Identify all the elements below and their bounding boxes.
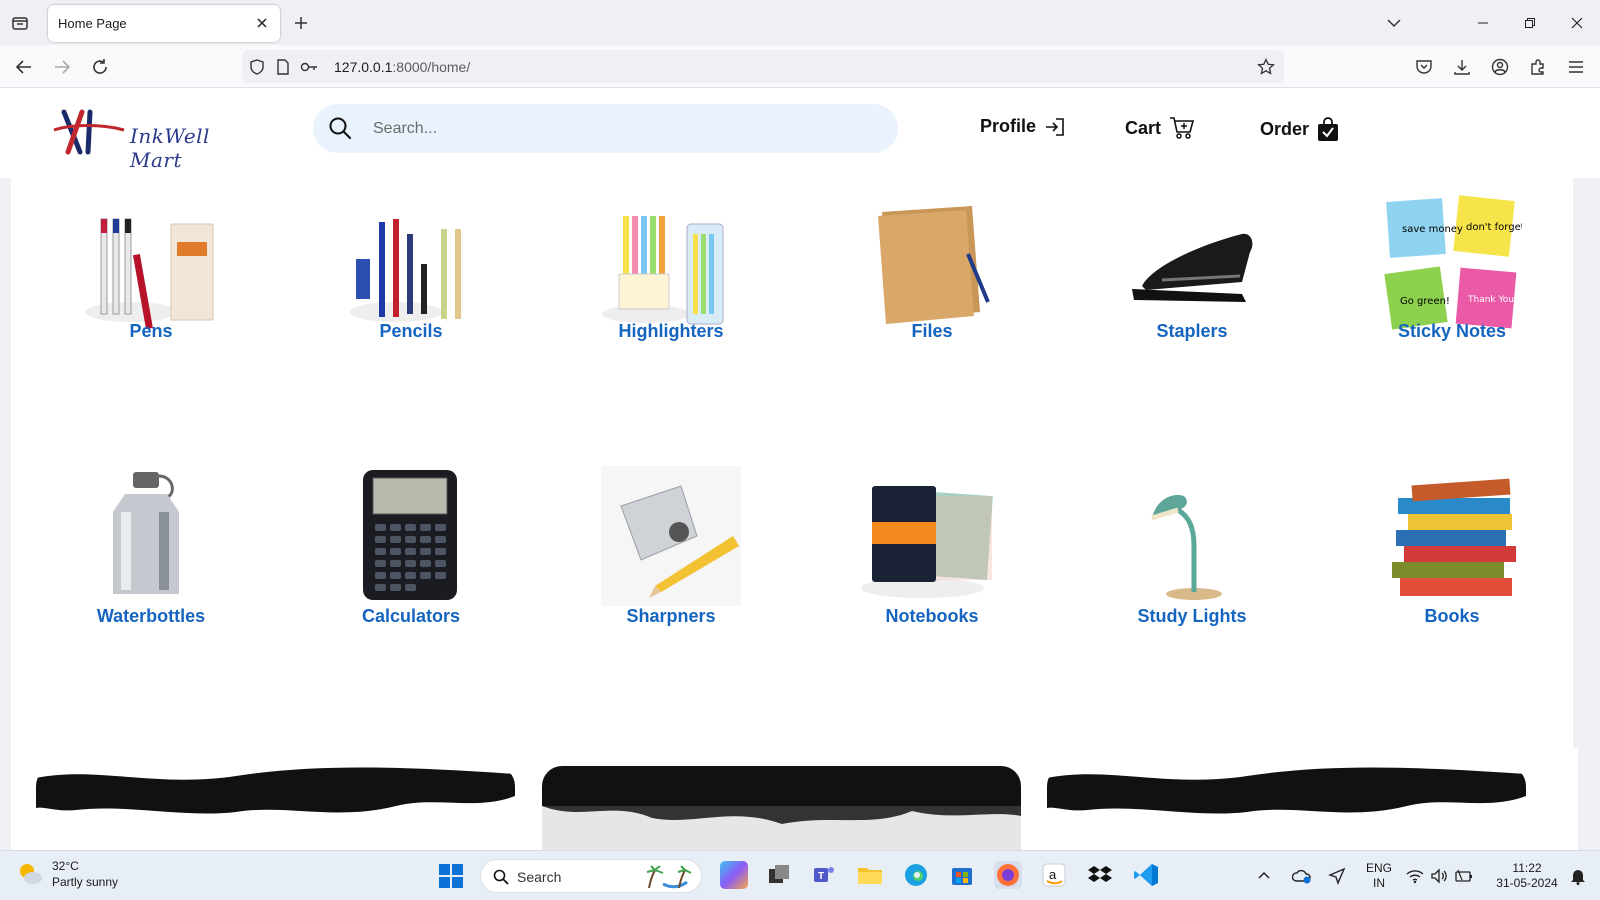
category-label[interactable]: Calculators [291, 606, 531, 627]
volume-icon[interactable] [1430, 868, 1448, 884]
battery-icon[interactable] [1454, 868, 1474, 884]
url-text: 127.0.0.1:8000/home/ [334, 59, 471, 75]
account-icon[interactable] [1486, 53, 1514, 81]
browser-tab-bar: Home Page [0, 0, 1600, 45]
category-grid: Pens Pencils Highlighters Files Staplers save… [11, 178, 1573, 826]
shield-icon[interactable] [248, 58, 266, 76]
taskbar-search-label: Search [517, 869, 562, 885]
category-label[interactable]: Books [1332, 606, 1572, 627]
category-item[interactable]: Calculators [291, 178, 531, 626]
order-label: Order [1260, 118, 1310, 139]
browser-nav-bar: 127.0.0.1:8000/home/ [0, 45, 1600, 88]
new-tab-icon[interactable] [290, 12, 312, 34]
amazon-icon[interactable]: a [1040, 861, 1068, 889]
weather-desc: Partly sunny [52, 875, 119, 889]
login-icon [1046, 117, 1064, 136]
category-item[interactable]: Notebooks [812, 178, 1052, 626]
tab-title: Home Page [58, 16, 127, 31]
download-icon[interactable] [1448, 53, 1476, 81]
banner-card-2[interactable] [542, 766, 1021, 850]
sharpners-image[interactable] [601, 466, 741, 606]
key-icon[interactable] [300, 58, 318, 76]
onedrive-icon[interactable] [1292, 867, 1312, 885]
partly-sunny-icon [20, 864, 42, 884]
waterbottles-image[interactable] [81, 466, 221, 606]
svg-text:a: a [1049, 867, 1057, 882]
firefox-icon[interactable] [994, 861, 1022, 889]
profile-link[interactable]: Profile [980, 116, 1066, 137]
calculators-image[interactable] [341, 466, 481, 606]
books-image[interactable] [1382, 466, 1522, 606]
back-arrow-icon[interactable] [10, 53, 38, 81]
chevron-down-icon[interactable] [1382, 12, 1406, 34]
study-lights-image[interactable] [1122, 466, 1262, 606]
browser-tab-active[interactable]: Home Page [48, 5, 280, 42]
tab-list-icon[interactable] [8, 11, 32, 35]
svg-text:T: T [818, 871, 824, 882]
web-page: Pens Pencils Highlighters Files Staplers save… [0, 88, 1600, 850]
wifi-icon[interactable] [1406, 868, 1424, 884]
banner-card-3[interactable] [1047, 766, 1526, 850]
clock[interactable]: 11:22 31-05-2024 [1492, 861, 1562, 891]
category-label[interactable]: Study Lights [1072, 606, 1312, 627]
cart-label: Cart [1125, 117, 1162, 138]
banner-card-1[interactable] [36, 766, 515, 850]
chevron-up-icon[interactable] [1256, 868, 1272, 884]
reload-icon[interactable] [86, 53, 114, 81]
vscode-icon[interactable] [1132, 861, 1160, 889]
shopping-bag-check-icon [1318, 117, 1339, 141]
notebooks-image[interactable] [860, 466, 1002, 606]
search-icon[interactable] [327, 115, 353, 141]
notification-bell-icon[interactable] [1570, 867, 1586, 885]
microsoft-store-icon[interactable] [948, 861, 976, 889]
minimize-icon[interactable] [1459, 0, 1506, 45]
category-item[interactable]: Waterbottles [31, 178, 271, 626]
bookmark-star-icon[interactable] [1256, 57, 1276, 77]
category-label[interactable]: Sharpners [551, 606, 791, 627]
cart-plus-icon [1170, 117, 1195, 139]
restore-icon[interactable] [1506, 0, 1553, 45]
logo-pens-icon [53, 109, 125, 155]
site-header: InkWell Mart Profile Cart [0, 88, 1600, 178]
category-item[interactable]: Study Lights [1072, 178, 1312, 626]
file-explorer-icon[interactable] [856, 861, 884, 889]
windows-start-icon[interactable] [438, 863, 464, 889]
task-view-icon[interactable] [765, 861, 793, 889]
forward-arrow-icon[interactable] [48, 53, 76, 81]
extensions-icon[interactable] [1524, 53, 1552, 81]
language-indicator[interactable]: ENG IN [1364, 861, 1394, 891]
profile-label: Profile [980, 116, 1037, 136]
location-arrow-icon[interactable] [1328, 867, 1346, 885]
cart-link[interactable]: Cart [1125, 116, 1195, 140]
site-search[interactable] [313, 104, 898, 153]
inkwell-mart-logo[interactable]: InkWell Mart [52, 108, 262, 172]
address-bar[interactable]: 127.0.0.1:8000/home/ [242, 50, 1284, 83]
weather-widget[interactable]: 32°C Partly sunny [16, 858, 118, 890]
teams-icon[interactable]: T [810, 861, 838, 889]
close-window-icon[interactable] [1553, 0, 1600, 45]
search-highlight-icon [646, 865, 691, 889]
category-label[interactable]: Notebooks [812, 606, 1052, 627]
logo-text: InkWell Mart [130, 124, 210, 172]
windows-taskbar: 32°C Partly sunny Search T a ENG IN 11:2… [0, 850, 1600, 900]
search-input[interactable] [373, 115, 873, 143]
category-label[interactable]: Waterbottles [31, 606, 271, 627]
page-icon[interactable] [274, 58, 292, 76]
dropbox-icon[interactable] [1086, 861, 1114, 889]
system-tray: ENG IN 11:22 31-05-2024 [1256, 851, 1586, 900]
banner-strip [11, 748, 1578, 850]
taskbar-search[interactable]: Search [480, 859, 702, 893]
order-link[interactable]: Order [1260, 116, 1339, 142]
search-icon [493, 869, 509, 885]
category-item[interactable]: Sharpners [551, 178, 791, 626]
category-item[interactable]: Books [1332, 178, 1572, 626]
copilot-icon[interactable] [720, 861, 748, 889]
menu-icon[interactable] [1562, 53, 1590, 81]
weather-temp: 32°C [52, 859, 79, 873]
close-tab-icon[interactable] [254, 15, 270, 31]
pocket-icon[interactable] [1410, 53, 1438, 81]
edge-icon[interactable] [902, 861, 930, 889]
